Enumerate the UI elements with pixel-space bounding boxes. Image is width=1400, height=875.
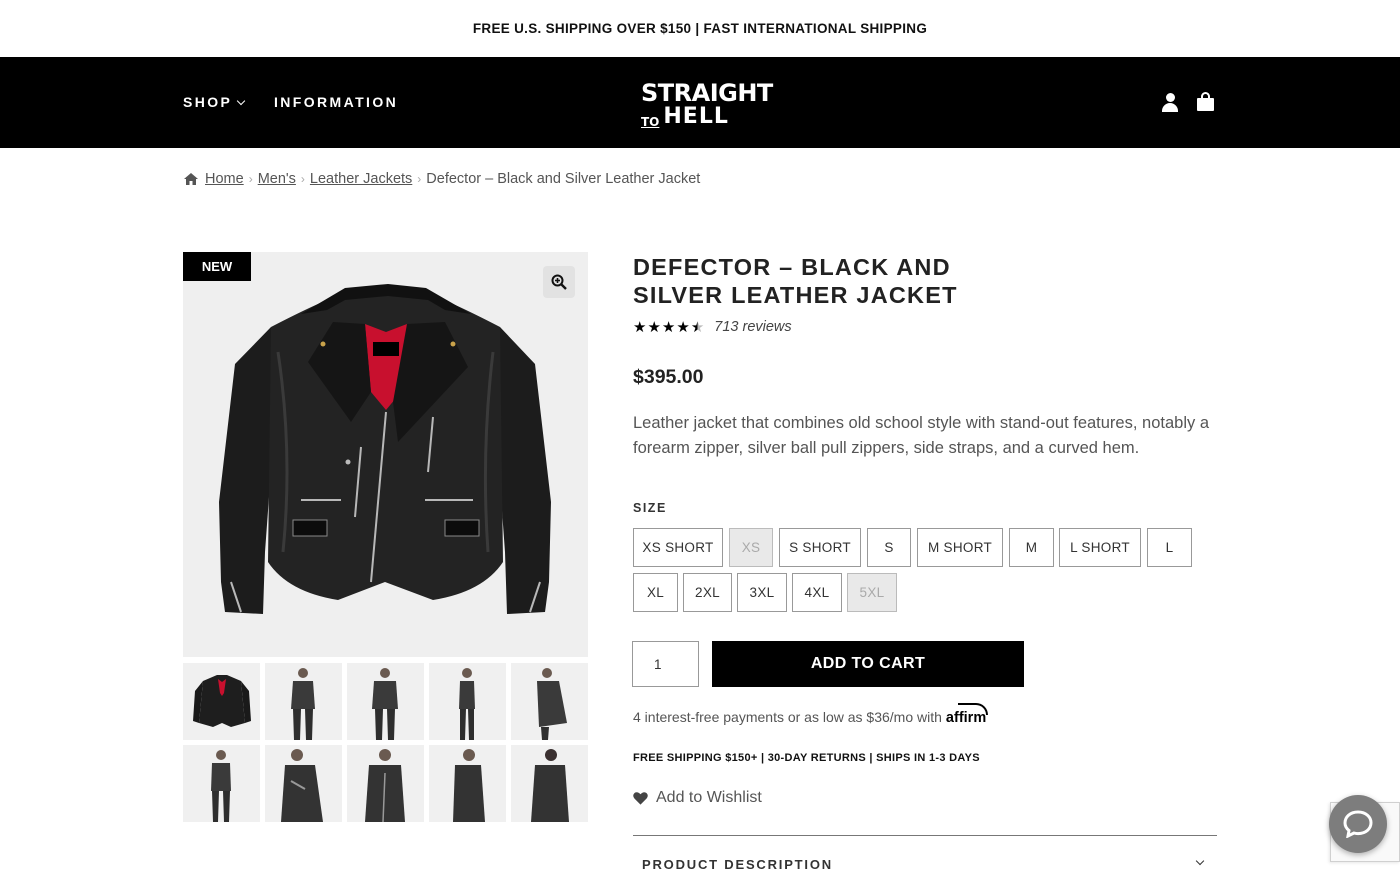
- site-logo[interactable]: STRAIGHT TO HELL: [641, 79, 773, 129]
- star-icon: ★: [676, 318, 690, 336]
- size-option-xl[interactable]: XL: [633, 573, 678, 612]
- product-price: $395.00: [633, 366, 704, 388]
- thumbnail-7[interactable]: [265, 745, 342, 822]
- add-to-wishlist-link[interactable]: Add to Wishlist: [633, 789, 762, 807]
- new-badge: NEW: [183, 252, 251, 281]
- size-option-l-short[interactable]: L SHORT: [1059, 528, 1141, 567]
- thumbnail-1[interactable]: [183, 663, 260, 740]
- zoom-button[interactable]: [543, 266, 575, 298]
- thumbnail-2[interactable]: [265, 663, 342, 740]
- star-icon: ★: [633, 318, 647, 336]
- size-option-xs-short[interactable]: XS SHORT: [633, 528, 723, 567]
- thumbnail-6[interactable]: [183, 745, 260, 822]
- breadcrumb-leather-jackets[interactable]: Leather Jackets: [310, 171, 412, 187]
- size-option-m-short[interactable]: M SHORT: [917, 528, 1003, 567]
- breadcrumb-separator: ›: [300, 172, 305, 186]
- home-icon: [183, 172, 199, 186]
- thumbnail-3[interactable]: [347, 663, 424, 740]
- affirm-text: 4 interest-free payments or as low as $3…: [633, 709, 942, 725]
- breadcrumb-separator: ›: [248, 172, 253, 186]
- thumbnail-8[interactable]: [347, 745, 424, 822]
- section-divider: [633, 835, 1217, 836]
- quantity-input[interactable]: 1: [632, 641, 699, 687]
- size-option-3xl[interactable]: 3XL: [737, 573, 787, 612]
- logo-text-top: STRAIGHT: [641, 79, 773, 107]
- thumbnail-9[interactable]: [429, 745, 506, 822]
- affirm-logo: affirm: [946, 703, 988, 726]
- chat-button[interactable]: [1329, 795, 1387, 853]
- nav-shop-menu[interactable]: SHOP: [183, 94, 246, 110]
- user-icon[interactable]: [1162, 93, 1178, 113]
- size-label: SIZE: [633, 501, 667, 515]
- size-option-s[interactable]: S: [867, 528, 911, 567]
- thumbnail-5[interactable]: [511, 663, 588, 740]
- affirm-financing[interactable]: 4 interest-free payments or as low as $3…: [633, 703, 988, 726]
- breadcrumb-current: Defector – Black and Silver Leather Jack…: [426, 171, 701, 187]
- star-half-icon: ★: [690, 318, 705, 336]
- promo-banner: FREE U.S. SHIPPING OVER $150 | FAST INTE…: [0, 0, 1400, 57]
- size-option-4xl[interactable]: 4XL: [792, 573, 842, 612]
- breadcrumb-separator: ›: [417, 172, 422, 186]
- chevron-down-icon[interactable]: [1195, 856, 1205, 866]
- review-count-link[interactable]: 713 reviews: [714, 319, 791, 335]
- heart-icon: [633, 792, 648, 805]
- product-title: Defector – Black and Silver Leather Jack…: [633, 254, 958, 308]
- logo-text-bottom: HELL: [663, 104, 729, 129]
- product-main-image[interactable]: [183, 252, 588, 657]
- star-icon: ★: [661, 318, 676, 336]
- add-to-cart-button[interactable]: ADD TO CART: [712, 641, 1024, 687]
- chevron-down-icon: [237, 96, 246, 106]
- product-description-accordion[interactable]: PRODUCT DESCRIPTION: [642, 857, 833, 872]
- rating-stars: ★ ★ ★ ★ ★: [633, 320, 704, 335]
- product-rating[interactable]: ★ ★ ★ ★ ★ 713 reviews: [633, 319, 792, 335]
- wishlist-label: Add to Wishlist: [656, 789, 762, 806]
- jacket-image: [219, 284, 551, 614]
- size-option-m[interactable]: M: [1009, 528, 1054, 567]
- shopping-bag-icon[interactable]: [1197, 92, 1214, 112]
- product-short-description: Leather jacket that combines old school …: [633, 414, 1209, 457]
- size-option-5xl: 5XL: [847, 573, 897, 612]
- promo-text: FREE U.S. SHIPPING OVER $150 | FAST INTE…: [472, 21, 928, 36]
- breadcrumb-mens[interactable]: Men's: [258, 171, 296, 187]
- nav-shop-label: SHOP: [183, 94, 233, 110]
- size-option-l[interactable]: L: [1147, 528, 1192, 567]
- thumbnail-10[interactable]: [511, 745, 588, 822]
- logo-text-to: TO: [641, 115, 660, 129]
- breadcrumb-home[interactable]: Home: [205, 171, 244, 187]
- thumbnail-4[interactable]: [429, 663, 506, 740]
- zoom-icon: [551, 274, 567, 290]
- shipping-info: FREE SHIPPING $150+ | 30-DAY RETURNS | S…: [633, 752, 980, 764]
- size-option-2xl[interactable]: 2XL: [683, 573, 732, 612]
- nav-information-link[interactable]: INFORMATION: [274, 94, 398, 110]
- size-option-s-short[interactable]: S SHORT: [779, 528, 861, 567]
- main-navigation: SHOP INFORMATION STRAIGHT TO HELL: [0, 57, 1400, 148]
- star-icon: ★: [647, 318, 661, 336]
- chat-icon: [1343, 810, 1373, 838]
- size-option-xs: XS: [729, 528, 773, 567]
- breadcrumb: Home › Men's › Leather Jackets › Defecto…: [183, 171, 700, 187]
